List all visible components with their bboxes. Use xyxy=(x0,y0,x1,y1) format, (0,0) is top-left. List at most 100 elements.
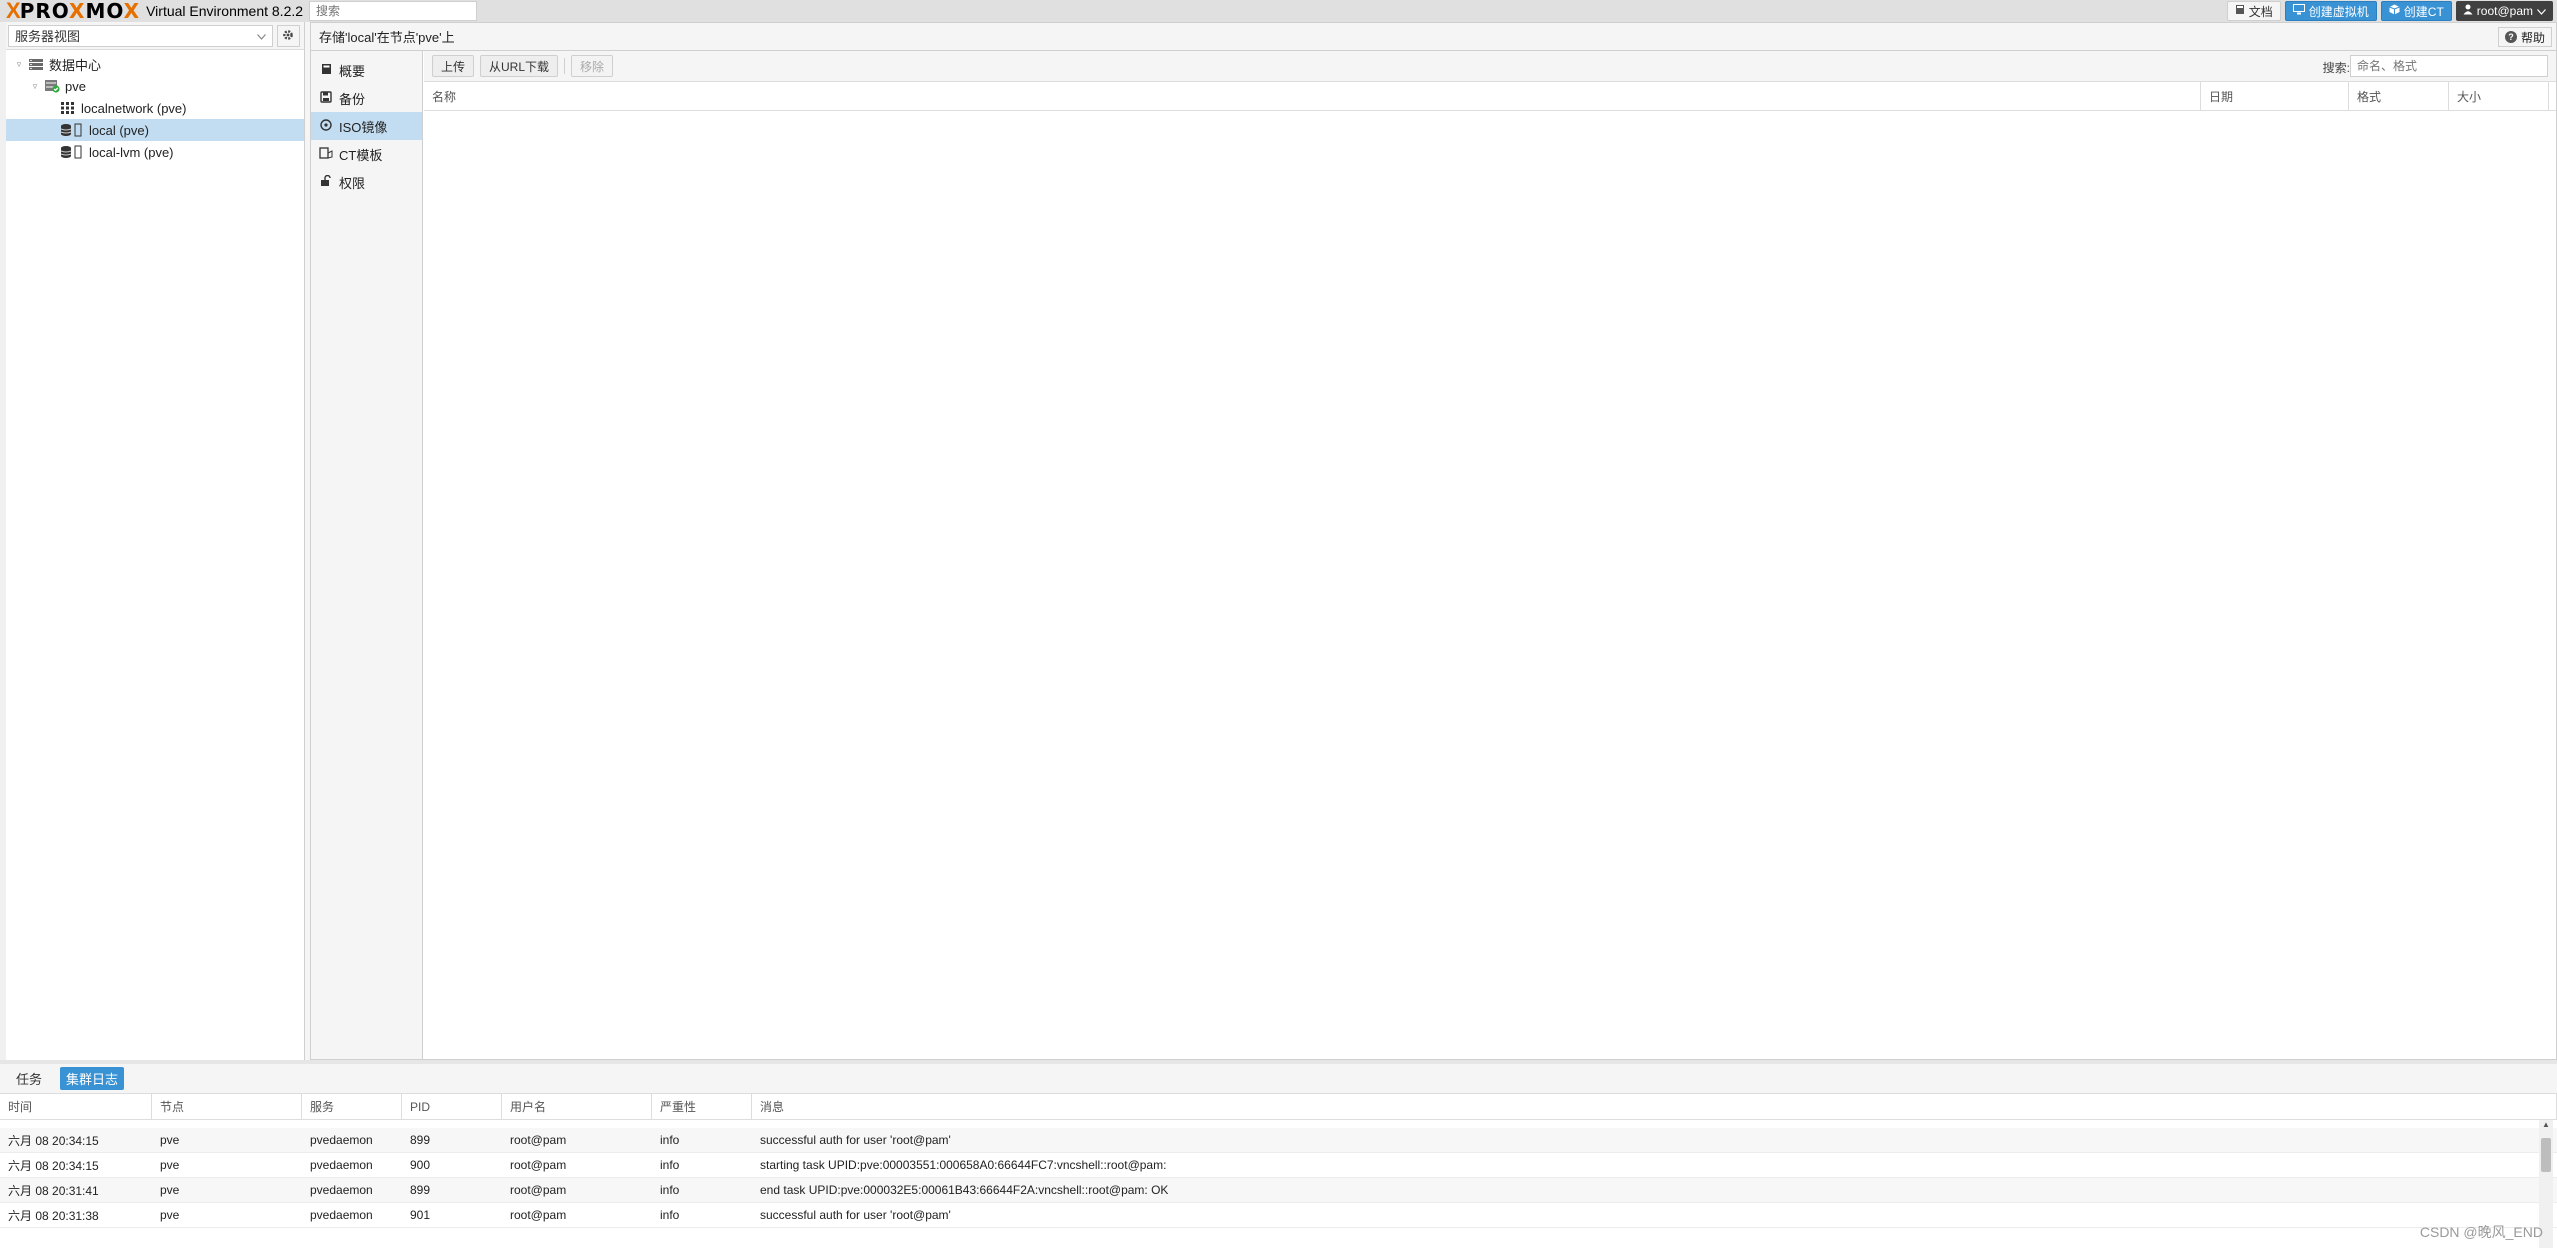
create-vm-button[interactable]: 创建虚拟机 xyxy=(2284,1,2377,21)
toolbar-separator xyxy=(564,58,566,74)
remove-button[interactable]: 移除 xyxy=(571,55,614,77)
search-label: 搜索: xyxy=(2322,61,2350,75)
proxmox-logo[interactable]: X PROXMOX xyxy=(0,0,140,22)
template-icon xyxy=(319,146,333,162)
table-row[interactable]: 六月 08 20:31:41 pve pvedaemon 899 root@pa… xyxy=(0,1178,2557,1203)
tab-tasks[interactable]: 任务 xyxy=(10,1067,48,1090)
user-menu-button[interactable]: root@pam xyxy=(2455,1,2553,21)
tree-node-label: 数据中心 xyxy=(49,57,102,73)
subnav-label: 备份 xyxy=(339,91,366,107)
subnav-label: CT模板 xyxy=(339,147,383,163)
table-row[interactable]: 六月 08 20:34:15 pve pvedaemon 900 root@pa… xyxy=(0,1153,2557,1178)
subnav-item-summary[interactable]: 概要 xyxy=(311,56,422,84)
docs-label: 文档 xyxy=(2248,4,2273,19)
resource-tree: ▿ 数据中心 ▿ pve localnetwork (pve) local (p… xyxy=(6,50,304,163)
subnav-item-iso[interactable]: ISO镜像 xyxy=(311,112,422,140)
column-header-severity[interactable]: 严重性 xyxy=(652,1094,752,1119)
top-actions: 文档 创建虚拟机 创建CT root@pam xyxy=(2226,0,2553,22)
tree-node-local-lvm[interactable]: local-lvm (pve) xyxy=(6,141,304,163)
question-icon: ? xyxy=(2504,31,2517,43)
tree-node-localnetwork[interactable]: localnetwork (pve) xyxy=(6,97,304,119)
subnav-item-ct-templates[interactable]: CT模板 xyxy=(311,140,422,168)
gear-icon xyxy=(282,28,294,44)
tab-cluster-log[interactable]: 集群日志 xyxy=(60,1067,125,1090)
content-header: 存储'local'在节点'pve'上 ? 帮助 xyxy=(311,23,2556,51)
help-label: 帮助 xyxy=(2520,30,2545,45)
disc-icon xyxy=(319,118,333,134)
iso-toolbar: 上传 从URL下载 移除 搜索: xyxy=(424,51,2556,81)
watermark: CSDN @晚风_END xyxy=(2419,1224,2543,1240)
log-panel: 任务 集群日志 时间 节点 服务 PID 用户名 严重性 消息 六月 08 20… xyxy=(0,1060,2557,1248)
iso-search-input[interactable] xyxy=(2350,55,2548,77)
tree-node-datacenter[interactable]: ▿ 数据中心 xyxy=(6,53,304,75)
logo-x: X xyxy=(6,0,21,23)
cube-icon xyxy=(2389,4,2400,18)
column-header-size[interactable]: 大小 xyxy=(2449,82,2549,110)
column-header-message[interactable]: 消息 xyxy=(752,1094,2557,1119)
column-header-pid[interactable]: PID xyxy=(402,1094,502,1119)
scroll-up-icon[interactable]: ▲ xyxy=(2539,1120,2553,1134)
log-grid-header: 时间 节点 服务 PID 用户名 严重性 消息 xyxy=(0,1094,2557,1120)
tree-node-label: local-lvm (pve) xyxy=(89,144,174,160)
table-row[interactable]: 六月 08 20:31:38 pve pvedaemon 901 root@pa… xyxy=(0,1203,2557,1228)
network-icon xyxy=(60,101,76,115)
log-rows: 六月 08 20:34:15 pve pvedaemon 899 root@pa… xyxy=(0,1120,2557,1248)
column-header-node[interactable]: 节点 xyxy=(152,1094,302,1119)
storage-subnav: 概要 备份 ISO镜像 CT模板 权限 xyxy=(311,51,423,1059)
subnav-label: 概要 xyxy=(339,63,366,79)
monitor-icon xyxy=(2292,4,2305,18)
create-ct-button[interactable]: 创建CT xyxy=(2380,1,2452,21)
column-header-time[interactable]: 时间 xyxy=(0,1094,152,1119)
create-ct-label: 创建CT xyxy=(2403,4,2444,19)
user-label: root@pam xyxy=(2476,4,2533,18)
subnav-item-permissions[interactable]: 权限 xyxy=(311,168,422,196)
collapse-toggle-icon[interactable]: ▿ xyxy=(14,59,24,70)
page-title: 存储'local'在节点'pve'上 xyxy=(319,30,455,45)
tree-settings-button[interactable] xyxy=(276,24,300,47)
book-icon xyxy=(2235,4,2245,18)
storage-icon xyxy=(60,145,84,159)
subnav-label: 权限 xyxy=(339,175,366,191)
user-icon xyxy=(2463,4,2473,18)
help-button[interactable]: ? 帮助 xyxy=(2497,27,2552,47)
unlock-icon xyxy=(319,174,333,190)
docs-button[interactable]: 文档 xyxy=(2226,1,2281,21)
download-from-url-button[interactable]: 从URL下载 xyxy=(480,55,559,77)
chevron-down-icon xyxy=(2537,4,2546,18)
collapse-toggle-icon[interactable]: ▿ xyxy=(30,81,40,92)
view-select[interactable]: 服务器视图 xyxy=(8,24,273,47)
view-select-value: 服务器视图 xyxy=(15,29,81,44)
subnav-item-backup[interactable]: 备份 xyxy=(311,84,422,112)
tree-node-pve[interactable]: ▿ pve xyxy=(6,75,304,97)
tree-node-label: local (pve) xyxy=(89,122,149,138)
column-header-user[interactable]: 用户名 xyxy=(502,1094,652,1119)
column-header-date[interactable]: 日期 xyxy=(2201,82,2349,110)
column-header-format[interactable]: 格式 xyxy=(2349,82,2449,110)
iso-grid-header: 名称 日期 格式 大小 xyxy=(424,81,2556,111)
view-selector-row: 服务器视图 xyxy=(6,22,304,50)
resource-tree-panel: 服务器视图 ▿ 数据中心 ▿ pve localnetwork (pve) lo… xyxy=(0,22,305,1060)
storage-icon xyxy=(60,123,84,137)
datacenter-icon xyxy=(28,57,44,71)
floppy-icon xyxy=(319,90,333,106)
log-tabs: 任务 集群日志 xyxy=(0,1064,2557,1094)
scroll-thumb[interactable] xyxy=(2541,1138,2551,1172)
node-icon xyxy=(44,79,60,93)
iso-panel: 上传 从URL下载 移除 搜索: 名称 日期 格式 大小 xyxy=(424,51,2556,1059)
tree-node-label: localnetwork (pve) xyxy=(81,100,187,116)
book-icon xyxy=(319,63,333,78)
version-label: Virtual Environment 8.2.2 xyxy=(146,3,304,19)
tree-node-local[interactable]: local (pve) xyxy=(6,119,304,141)
upload-button[interactable]: 上传 xyxy=(432,55,475,77)
top-bar: X PROXMOX Virtual Environment 8.2.2 文档 创… xyxy=(0,0,2557,22)
table-row[interactable]: 六月 08 20:34:15 pve pvedaemon 899 root@pa… xyxy=(0,1128,2557,1153)
logo-wordmark: PROXMOX xyxy=(19,0,141,23)
create-vm-label: 创建虚拟机 xyxy=(2308,4,2369,19)
content-panel: 存储'local'在节点'pve'上 ? 帮助 概要 备份 ISO镜像 CT模板… xyxy=(310,22,2557,1060)
chevron-down-icon xyxy=(256,28,266,43)
tree-node-label: pve xyxy=(65,78,86,94)
global-search-input[interactable] xyxy=(309,1,478,21)
subnav-label: ISO镜像 xyxy=(339,119,388,135)
column-header-service[interactable]: 服务 xyxy=(302,1094,402,1119)
column-header-name[interactable]: 名称 xyxy=(424,82,2201,110)
